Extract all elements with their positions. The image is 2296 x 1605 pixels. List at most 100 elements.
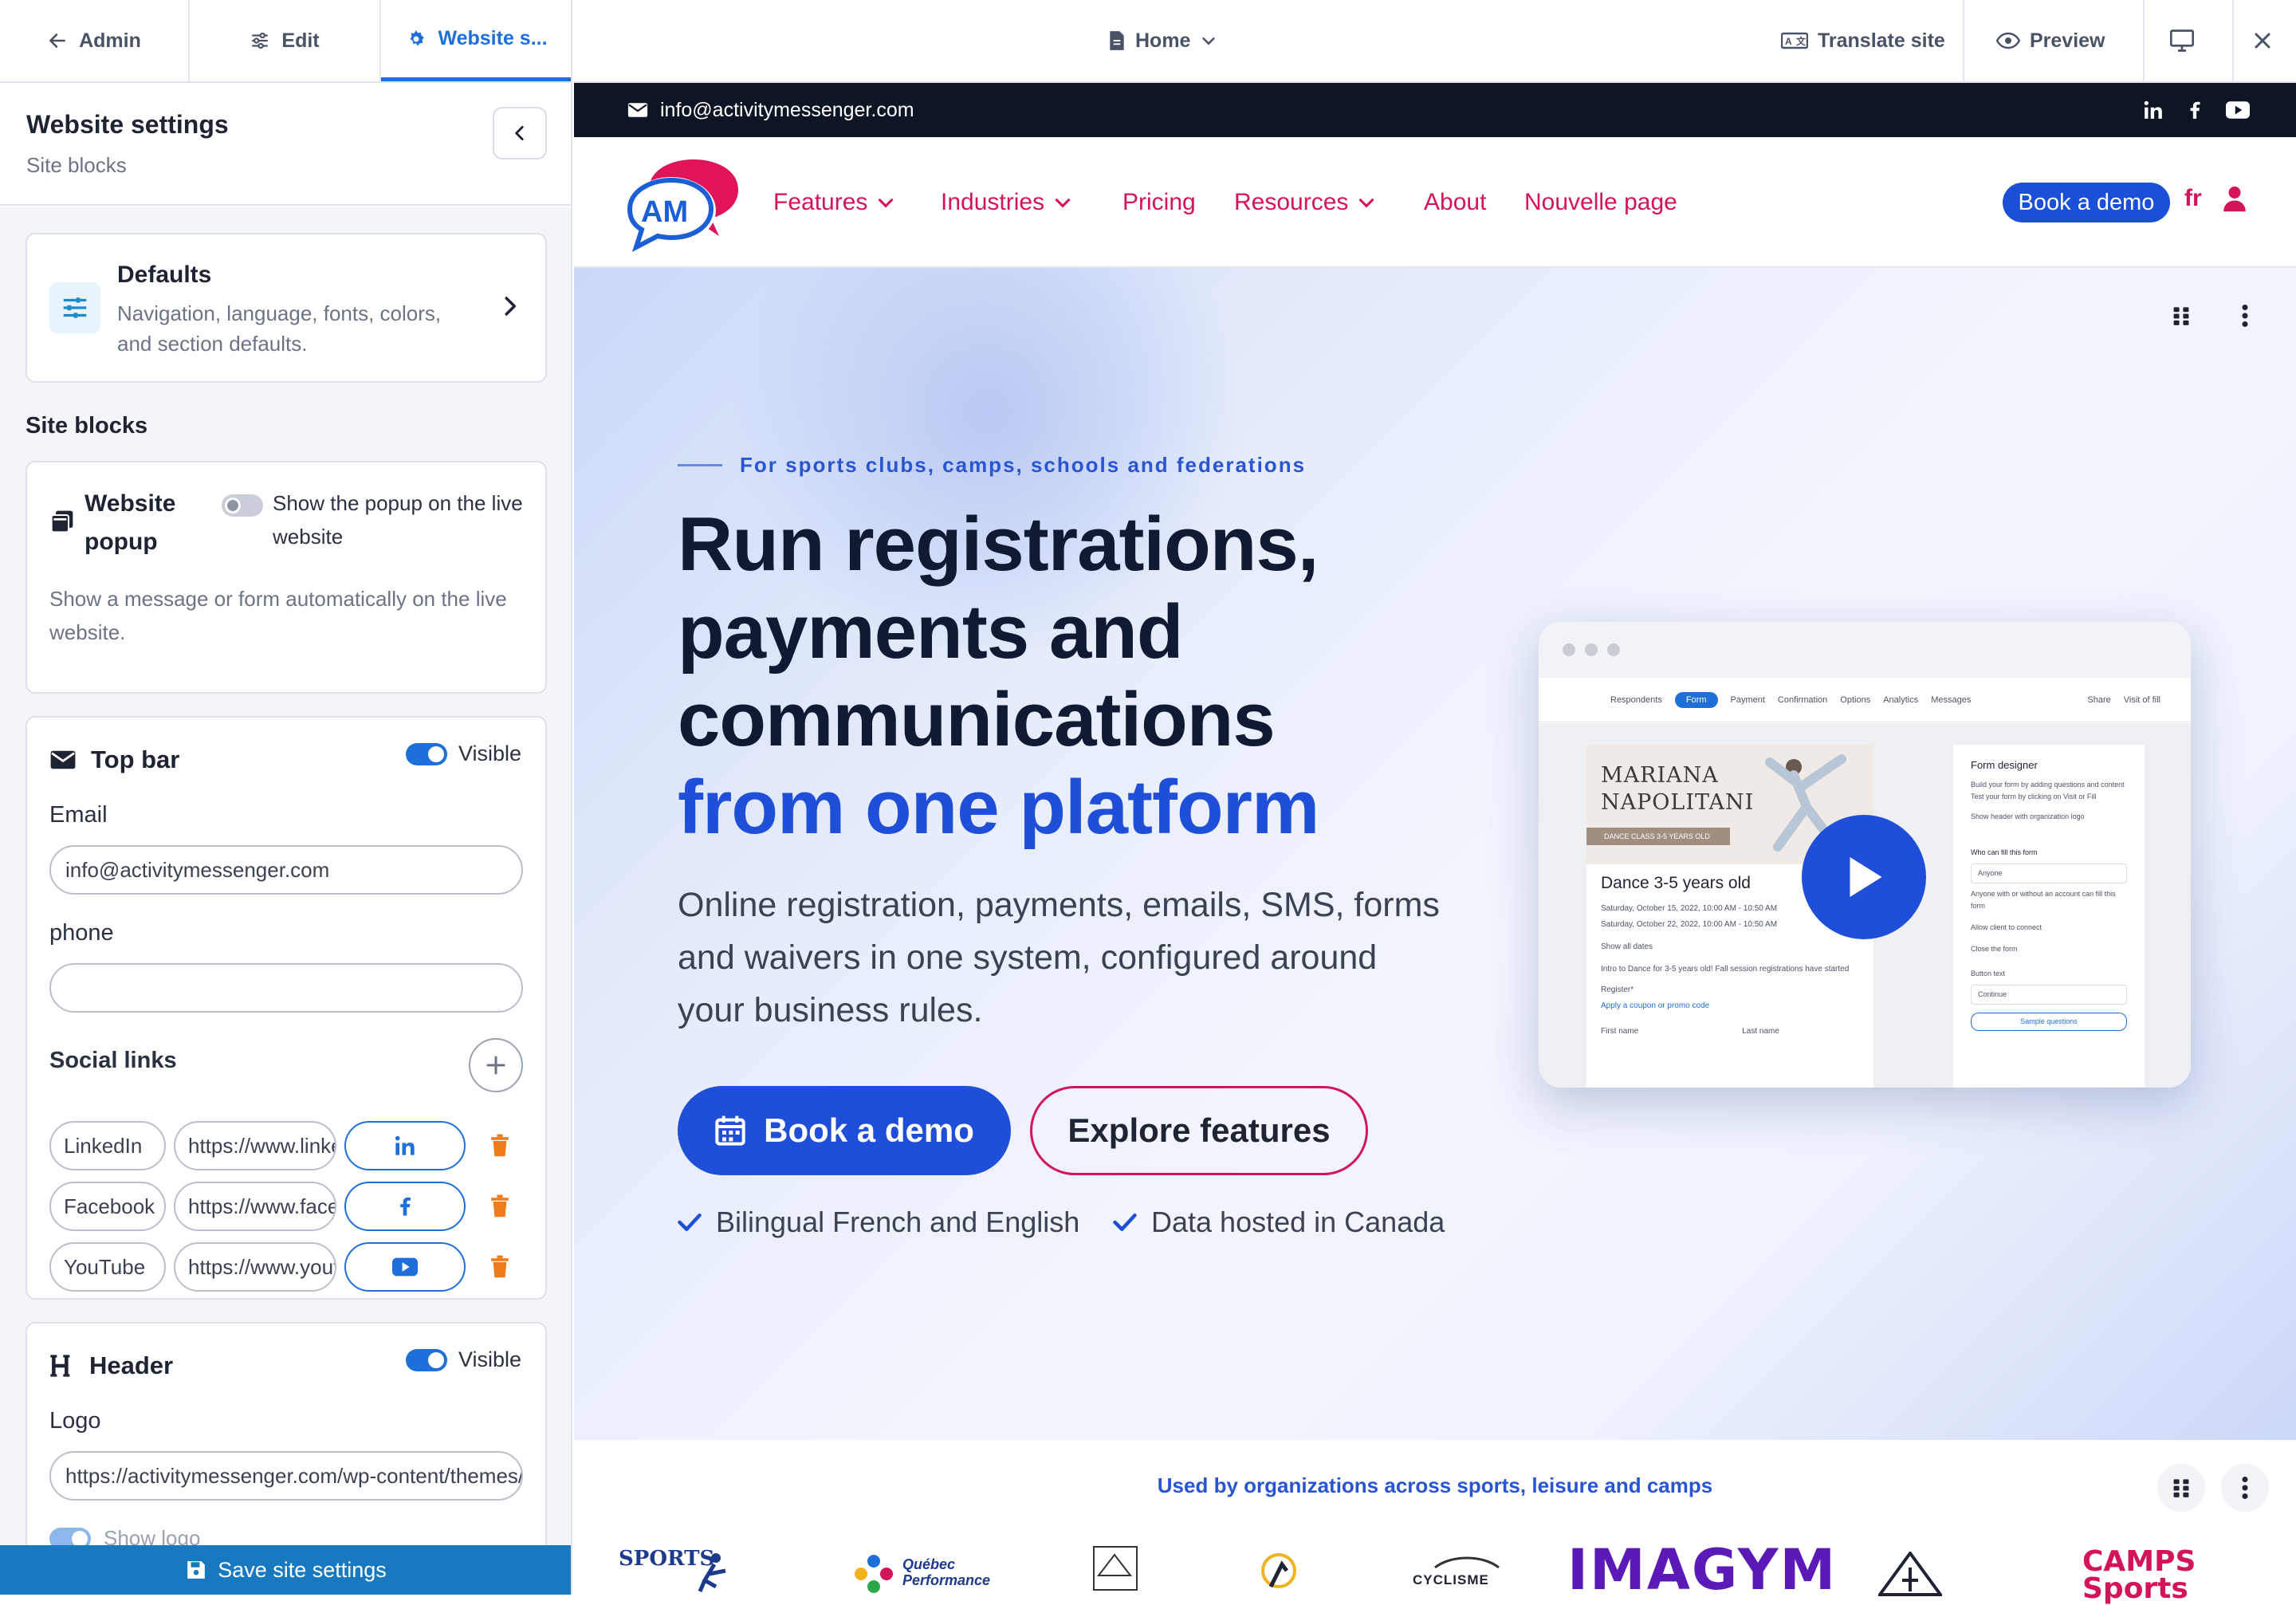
- logo-text: AM: [641, 195, 688, 229]
- delete-social-button[interactable]: [480, 1194, 520, 1218]
- defaults-card[interactable]: Defaults Navigation, language, fonts, co…: [26, 233, 547, 383]
- mock-last-name: Last name: [1742, 1027, 1779, 1036]
- collapse-panel-button[interactable]: [493, 107, 547, 159]
- book-demo-button[interactable]: Book a demo: [678, 1086, 1011, 1175]
- toggle-switch[interactable]: [405, 742, 447, 765]
- email-label: Email: [49, 802, 108, 828]
- social-icon-picker[interactable]: [344, 1242, 466, 1292]
- editor-tabs: Admin Edit Website s...: [0, 0, 571, 83]
- nav-pricing[interactable]: Pricing: [1122, 137, 1196, 268]
- social-url-input[interactable]: https://www.facebook.com: [174, 1182, 336, 1231]
- mock-event-name: MARIANA NAPOLITANI: [1601, 763, 1755, 815]
- social-row-youtube: YouTube https://www.youtube.com: [49, 1242, 520, 1292]
- social-icon-picker[interactable]: [344, 1121, 466, 1170]
- add-social-link-button[interactable]: [469, 1038, 523, 1092]
- email-field[interactable]: info@activitymessenger.com: [49, 845, 523, 895]
- mock-tab: Respondents: [1610, 694, 1662, 705]
- mock-tab-active: Form: [1674, 691, 1718, 708]
- hero-heading: Run registrations, payments and communic…: [678, 501, 1475, 852]
- mock-tab: Confirmation: [1777, 694, 1828, 705]
- linkedin-icon[interactable]: [2143, 100, 2164, 120]
- social-name-input[interactable]: LinkedIn: [49, 1121, 166, 1170]
- nav-about[interactable]: About: [1424, 137, 1486, 268]
- editor-panel: Admin Edit Website s... Website settings…: [0, 0, 572, 1595]
- topbar-email-text: info@activitymessenger.com: [660, 98, 914, 121]
- quebec-performance-logo-mark: [855, 1555, 893, 1593]
- panel-title: Website settings: [26, 110, 229, 139]
- header-visible-toggle[interactable]: Visible: [405, 1347, 521, 1372]
- device-desktop-button[interactable]: [2170, 0, 2194, 81]
- activity-messenger-logo[interactable]: AM: [622, 153, 765, 254]
- nav-book-demo-button[interactable]: Book a demo: [2003, 183, 2170, 222]
- popup-toggle-label: Show the popup on the live website: [273, 491, 523, 549]
- block-controls: [2157, 1464, 2269, 1512]
- nav-nouvelle-page[interactable]: Nouvelle page: [1524, 137, 1677, 268]
- close-button[interactable]: [2253, 0, 2272, 81]
- facebook-icon[interactable]: [2184, 99, 2205, 121]
- social-links-title: Social links: [49, 1048, 177, 1073]
- top-bar-visible-toggle[interactable]: Visible: [405, 742, 521, 766]
- mock-tab: Options: [1840, 694, 1871, 705]
- social-icon-picker[interactable]: [344, 1182, 466, 1231]
- toggle-switch[interactable]: [405, 1348, 447, 1371]
- window-dot: [1607, 643, 1620, 656]
- eye-icon: [1996, 32, 2020, 49]
- nav-features[interactable]: Features: [773, 137, 896, 268]
- popup-toggle[interactable]: [222, 494, 263, 521]
- site-header: AM Features Industries Pricing Resources…: [574, 137, 2296, 268]
- website-popup-card: Website popup Show the popup on the live…: [26, 461, 547, 694]
- delete-social-button[interactable]: [480, 1134, 520, 1158]
- more-vertical-icon: [2242, 1477, 2248, 1499]
- book-demo-label: Book a demo: [764, 1111, 974, 1149]
- play-video-button[interactable]: [1802, 815, 1926, 939]
- nav-industries[interactable]: Industries: [941, 137, 1073, 268]
- mock-continue: Continue: [1971, 985, 2127, 1005]
- mock-button-text: Button text: [1971, 970, 2006, 978]
- drag-handle[interactable]: [2157, 1464, 2205, 1512]
- tab-edit-label: Edit: [281, 29, 320, 52]
- language-switch[interactable]: fr: [2184, 185, 2202, 212]
- svg-text:A: A: [1785, 36, 1792, 47]
- translate-label: Translate site: [1818, 29, 1945, 52]
- translate-site-button[interactable]: A文 Translate site: [1781, 0, 1945, 81]
- header-title: Header: [89, 1351, 174, 1379]
- hero-heading-highlight: from one platform: [678, 765, 1319, 850]
- facebook-icon: [400, 1197, 411, 1216]
- delete-social-button[interactable]: [480, 1255, 520, 1279]
- social-url-input[interactable]: https://www.linkedin.com: [174, 1121, 336, 1170]
- chevron-down-icon: [879, 199, 894, 208]
- check-canada-text: Data hosted in Canada: [1151, 1206, 1445, 1238]
- tab-admin[interactable]: Admin: [0, 0, 190, 81]
- logo-url-field[interactable]: https://activitymessenger.com/wp-content…: [49, 1451, 523, 1501]
- block-menu-button[interactable]: [2221, 292, 2269, 340]
- tab-website-settings[interactable]: Website s...: [381, 0, 571, 81]
- social-url-input[interactable]: https://www.youtube.com: [174, 1242, 336, 1292]
- nav-industries-label: Industries: [941, 189, 1045, 215]
- mock-designer-bullet: Test your form by clicking on Visit or F…: [1971, 793, 2097, 801]
- heading-icon: [50, 1355, 70, 1377]
- drag-handle[interactable]: [2157, 292, 2205, 340]
- envelope-icon: [627, 103, 648, 117]
- athlete-logo: [1261, 1553, 1296, 1588]
- page-selector[interactable]: Home: [1108, 0, 1217, 81]
- preview-button[interactable]: Preview: [1996, 0, 2105, 81]
- shield-outline-logo: [1093, 1546, 1138, 1591]
- svg-text:文: 文: [1796, 35, 1807, 47]
- topbar-email[interactable]: info@activitymessenger.com: [627, 83, 914, 137]
- nav-resources[interactable]: Resources: [1234, 137, 1377, 268]
- nav-resources-label: Resources: [1234, 189, 1349, 215]
- social-name-input[interactable]: YouTube: [49, 1242, 166, 1292]
- user-icon[interactable]: [2223, 185, 2247, 212]
- triangle-logo: [1878, 1552, 1942, 1596]
- youtube-icon[interactable]: [2226, 101, 2250, 119]
- product-video-thumbnail[interactable]: Respondents Form Payment Confirmation Op…: [1539, 622, 2191, 1088]
- block-menu-button[interactable]: [2221, 1464, 2269, 1512]
- mock-visit: Visit of fill: [2123, 694, 2160, 705]
- top-bar-card: Top bar Visible Email info@activitymesse…: [26, 716, 547, 1300]
- tab-edit[interactable]: Edit: [190, 0, 381, 81]
- save-site-settings-button[interactable]: Save site settings: [0, 1545, 571, 1595]
- phone-field[interactable]: [49, 963, 523, 1013]
- explore-features-button[interactable]: Explore features: [1030, 1086, 1368, 1175]
- hero-lead: Online registration, payments, emails, S…: [678, 886, 1440, 1029]
- social-name-input[interactable]: Facebook: [49, 1182, 166, 1231]
